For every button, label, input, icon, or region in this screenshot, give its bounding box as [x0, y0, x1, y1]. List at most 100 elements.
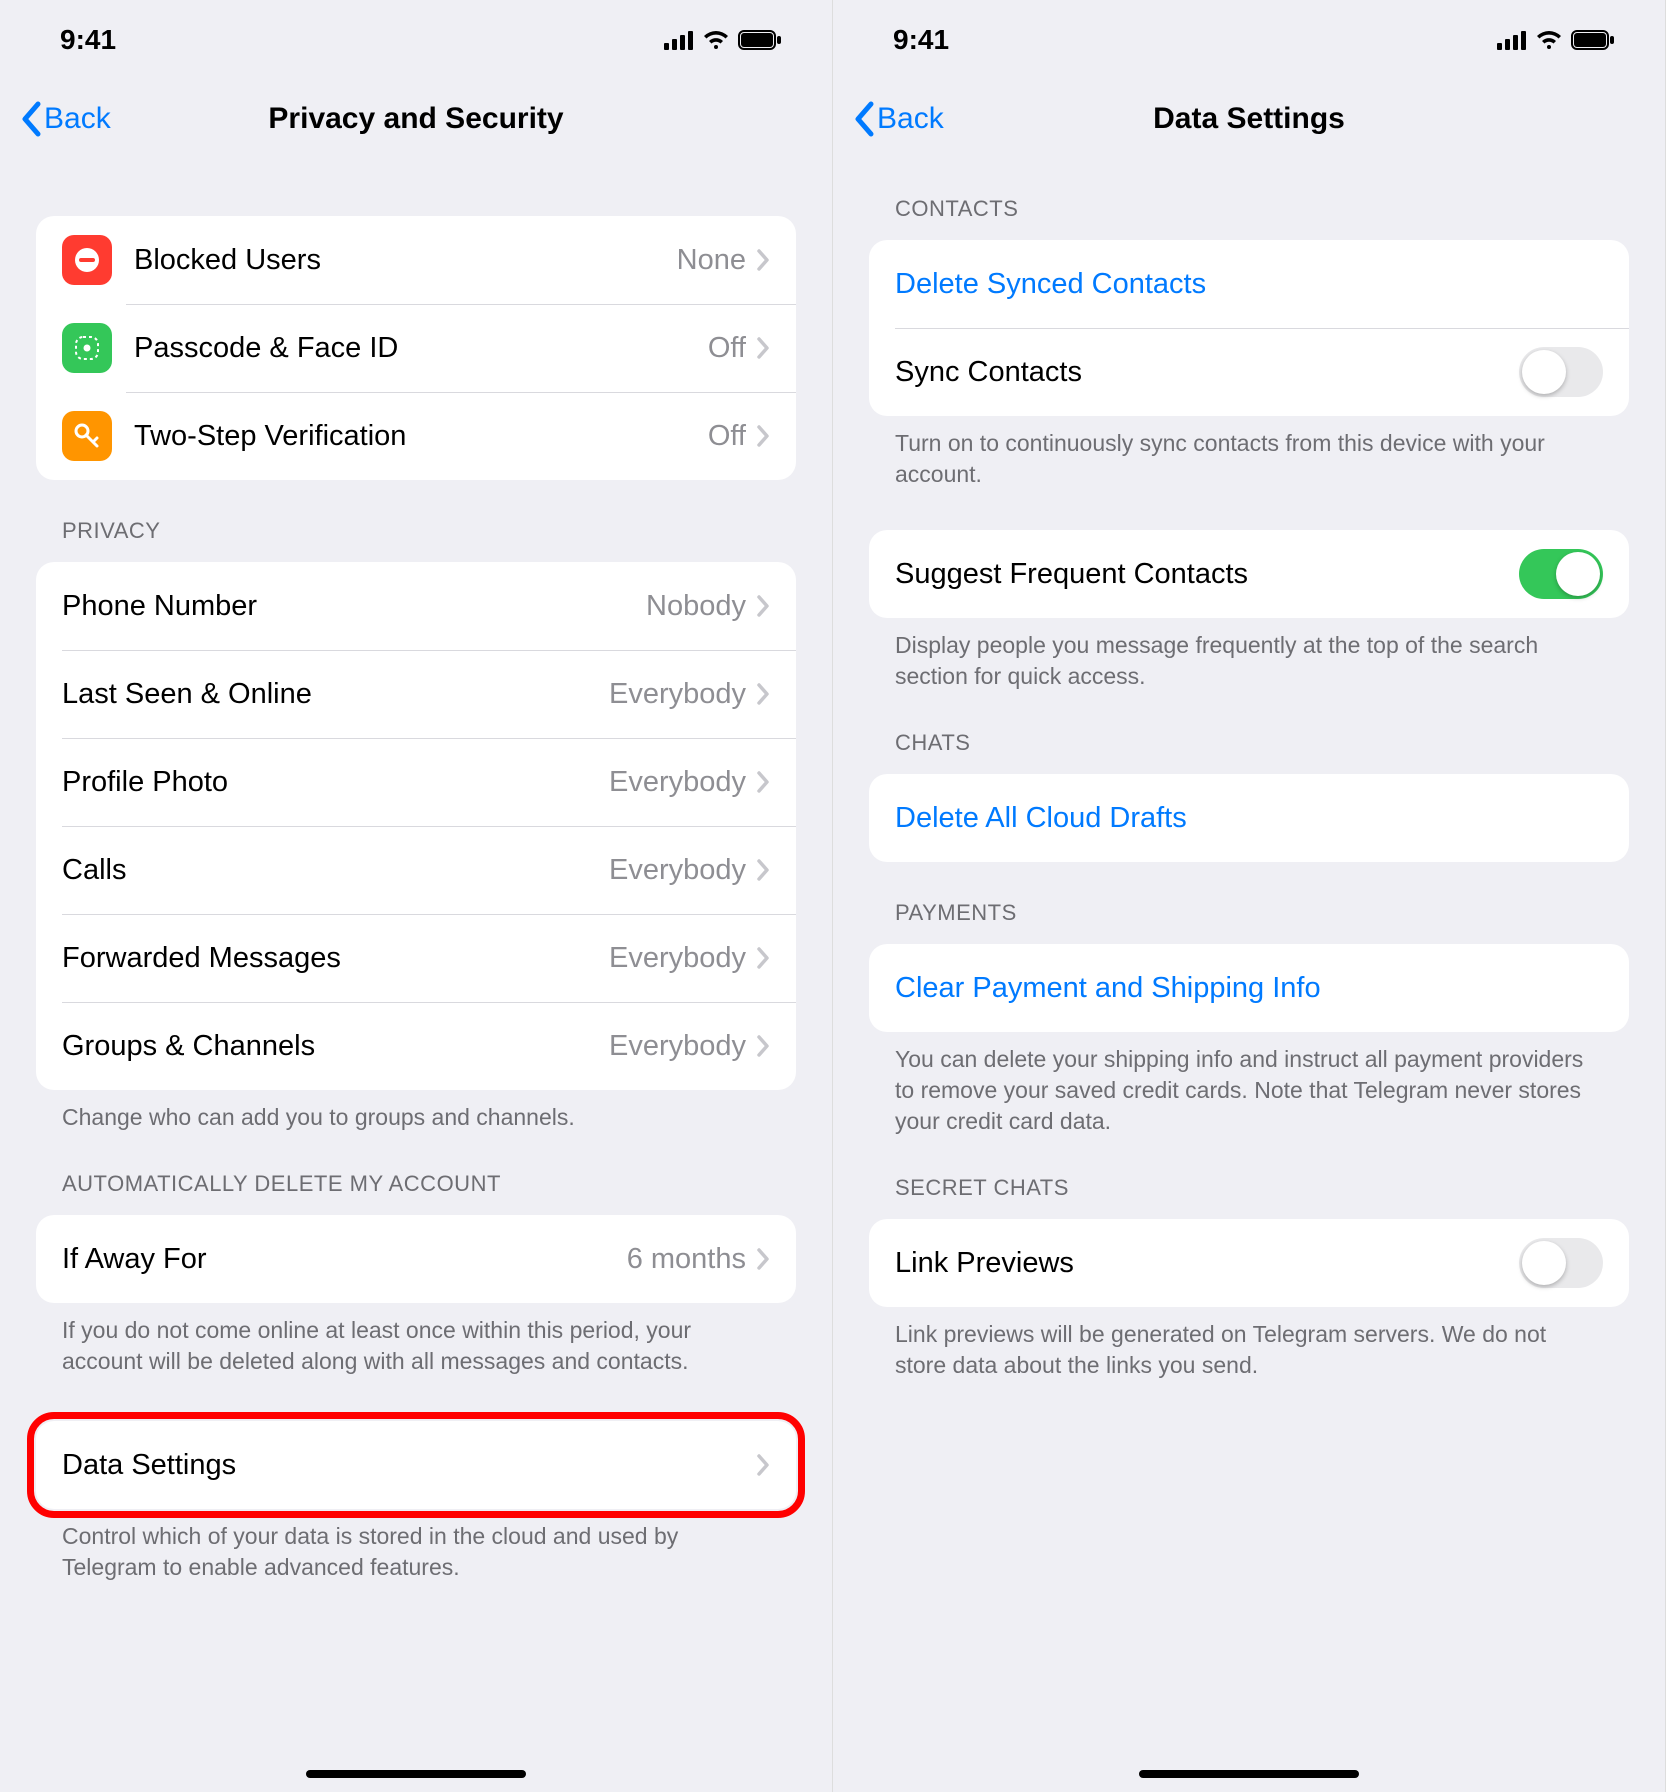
row-label: Clear Payment and Shipping Info — [895, 972, 1603, 1005]
chevron-right-icon — [756, 858, 770, 882]
row-blocked-users[interactable]: Blocked Users None — [36, 216, 796, 304]
row-label: If Away For — [62, 1243, 627, 1276]
chevron-right-icon — [756, 946, 770, 970]
row-label: Delete All Cloud Drafts — [895, 802, 1603, 835]
sync-footer: Turn on to continuously sync contacts fr… — [833, 416, 1665, 490]
page-title: Data Settings — [833, 102, 1665, 136]
row-calls[interactable]: Calls Everybody — [36, 826, 796, 914]
battery-icon — [738, 30, 782, 50]
row-suggest-frequent[interactable]: Suggest Frequent Contacts — [869, 530, 1629, 618]
contacts-header: CONTACTS — [833, 158, 1665, 232]
back-label: Back — [44, 102, 111, 136]
row-value: Off — [708, 332, 746, 365]
phone-right: 9:41 Back Data Settings CONTACTS Delete … — [833, 0, 1666, 1792]
back-label: Back — [877, 102, 944, 136]
status-bar: 9:41 — [0, 0, 832, 80]
chats-group: Delete All Cloud Drafts — [869, 774, 1629, 862]
link-previews-toggle[interactable] — [1519, 1238, 1603, 1288]
chevron-right-icon — [756, 1453, 770, 1477]
cellular-icon — [664, 30, 694, 50]
contacts-group: Delete Synced Contacts Sync Contacts — [869, 240, 1629, 416]
row-label: Link Previews — [895, 1247, 1519, 1280]
wifi-icon — [1535, 30, 1563, 50]
privacy-header: PRIVACY — [0, 480, 832, 554]
secret-chats-header: SECRET CHATS — [833, 1137, 1665, 1211]
row-passcode[interactable]: Passcode & Face ID Off — [36, 304, 796, 392]
row-value: Everybody — [609, 678, 746, 711]
row-label: Forwarded Messages — [62, 942, 609, 975]
data-settings-group: Data Settings — [36, 1421, 796, 1509]
row-clear-payment-info[interactable]: Clear Payment and Shipping Info — [869, 944, 1629, 1032]
chevron-left-icon — [853, 101, 875, 137]
home-indicator[interactable] — [1139, 1770, 1359, 1778]
row-sync-contacts[interactable]: Sync Contacts — [869, 328, 1629, 416]
suggest-footer: Display people you message frequently at… — [833, 618, 1665, 692]
cellular-icon — [1497, 30, 1527, 50]
row-delete-synced-contacts[interactable]: Delete Synced Contacts — [869, 240, 1629, 328]
row-value: 6 months — [627, 1243, 746, 1276]
navbar: Back Privacy and Security — [0, 80, 832, 158]
phone-left: 9:41 Back Privacy and Security Blocked U… — [0, 0, 833, 1792]
row-label: Groups & Channels — [62, 1030, 609, 1063]
chevron-right-icon — [756, 248, 770, 272]
status-time: 9:41 — [893, 24, 949, 56]
chats-header: CHATS — [833, 692, 1665, 766]
status-indicators — [1497, 30, 1615, 50]
row-label: Suggest Frequent Contacts — [895, 558, 1519, 591]
chevron-right-icon — [756, 770, 770, 794]
row-value: None — [677, 244, 746, 277]
row-label: Delete Synced Contacts — [895, 268, 1603, 301]
chevron-left-icon — [20, 101, 42, 137]
suggest-frequent-toggle[interactable] — [1519, 549, 1603, 599]
back-button[interactable]: Back — [20, 101, 111, 137]
row-profile-photo[interactable]: Profile Photo Everybody — [36, 738, 796, 826]
row-value: Everybody — [609, 942, 746, 975]
chevron-right-icon — [756, 594, 770, 618]
security-group: Blocked Users None Passcode & Face ID Of… — [36, 216, 796, 480]
row-label: Two-Step Verification — [134, 420, 708, 453]
row-value: Nobody — [646, 590, 746, 623]
row-label: Blocked Users — [134, 244, 677, 277]
suggest-group: Suggest Frequent Contacts — [869, 530, 1629, 618]
navbar: Back Data Settings — [833, 80, 1665, 158]
row-data-settings[interactable]: Data Settings — [36, 1421, 796, 1509]
chevron-right-icon — [756, 1247, 770, 1271]
privacy-footer: Change who can add you to groups and cha… — [0, 1090, 832, 1133]
content-left: Blocked Users None Passcode & Face ID Of… — [0, 158, 832, 1792]
autodelete-footer: If you do not come online at least once … — [0, 1303, 832, 1377]
back-button[interactable]: Back — [853, 101, 944, 137]
status-time: 9:41 — [60, 24, 116, 56]
payments-group: Clear Payment and Shipping Info — [869, 944, 1629, 1032]
row-phone-number[interactable]: Phone Number Nobody — [36, 562, 796, 650]
sync-contacts-toggle[interactable] — [1519, 347, 1603, 397]
wifi-icon — [702, 30, 730, 50]
row-label: Sync Contacts — [895, 356, 1519, 389]
row-delete-cloud-drafts[interactable]: Delete All Cloud Drafts — [869, 774, 1629, 862]
row-label: Data Settings — [62, 1449, 756, 1482]
privacy-group: Phone Number Nobody Last Seen & Online E… — [36, 562, 796, 1090]
row-two-step[interactable]: Two-Step Verification Off — [36, 392, 796, 480]
row-value: Everybody — [609, 854, 746, 887]
payments-header: PAYMENTS — [833, 862, 1665, 936]
row-label: Last Seen & Online — [62, 678, 609, 711]
status-bar: 9:41 — [833, 0, 1665, 80]
chevron-right-icon — [756, 424, 770, 448]
row-label: Calls — [62, 854, 609, 887]
blocked-icon — [62, 235, 112, 285]
row-link-previews[interactable]: Link Previews — [869, 1219, 1629, 1307]
row-if-away-for[interactable]: If Away For 6 months — [36, 1215, 796, 1303]
status-indicators — [664, 30, 782, 50]
home-indicator[interactable] — [306, 1770, 526, 1778]
chevron-right-icon — [756, 336, 770, 360]
autodelete-group: If Away For 6 months — [36, 1215, 796, 1303]
content-right: CONTACTS Delete Synced Contacts Sync Con… — [833, 158, 1665, 1792]
row-groups-channels[interactable]: Groups & Channels Everybody — [36, 1002, 796, 1090]
chevron-right-icon — [756, 682, 770, 706]
secret-footer: Link previews will be generated on Teleg… — [833, 1307, 1665, 1381]
row-label: Phone Number — [62, 590, 646, 623]
row-label: Passcode & Face ID — [134, 332, 708, 365]
row-last-seen[interactable]: Last Seen & Online Everybody — [36, 650, 796, 738]
row-forwarded[interactable]: Forwarded Messages Everybody — [36, 914, 796, 1002]
secret-chats-group: Link Previews — [869, 1219, 1629, 1307]
row-value: Everybody — [609, 1030, 746, 1063]
